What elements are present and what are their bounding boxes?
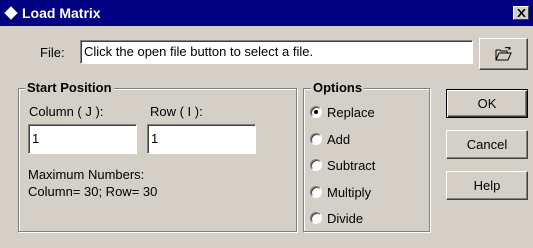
column-value: 1 [32,131,40,146]
options-legend: Options [311,80,365,95]
file-path-field[interactable]: Click the open file button to select a f… [80,40,473,64]
window-title: Load Matrix [22,5,101,21]
option-replace[interactable]: Replace [310,104,375,120]
option-add[interactable]: Add [310,131,350,147]
file-path-text: Click the open file button to select a f… [84,44,314,59]
max-numbers-values: Column= 30; Row= 30 [28,184,158,199]
close-icon [516,9,526,17]
row-label: Row ( I ): [150,104,203,119]
radio-subtract[interactable] [310,159,322,171]
help-label: Help [473,178,501,193]
row-value: 1 [151,131,159,146]
ok-button[interactable]: OK [446,89,528,118]
radio-replace[interactable] [310,106,322,118]
help-button[interactable]: Help [446,171,528,200]
row-input[interactable]: 1 [147,124,256,154]
option-multiply[interactable]: Multiply [310,184,371,200]
option-multiply-label: Multiply [327,184,372,200]
open-file-button[interactable] [479,38,528,70]
open-folder-icon [495,46,512,60]
diamond-app-icon [4,6,18,20]
title-bar: Load Matrix [0,0,533,26]
option-divide-label: Divide [327,210,364,226]
cancel-button[interactable]: Cancel [446,130,528,159]
radio-add[interactable] [310,133,322,145]
option-subtract-label: Subtract [327,157,376,173]
max-numbers-label: Maximum Numbers: [28,167,145,182]
cancel-label: Cancel [466,137,508,152]
column-input[interactable]: 1 [28,124,137,154]
start-position-legend: Start Position [25,80,114,95]
option-divide[interactable]: Divide [310,210,363,226]
option-add-label: Add [327,131,351,147]
ok-label: OK [477,96,497,111]
column-label: Column ( J ): [29,104,104,119]
radio-divide[interactable] [310,212,322,224]
file-label: File: [40,45,65,60]
radio-multiply[interactable] [310,186,322,198]
option-subtract[interactable]: Subtract [310,157,375,173]
option-replace-label: Replace [327,104,375,120]
close-button[interactable] [513,6,529,20]
